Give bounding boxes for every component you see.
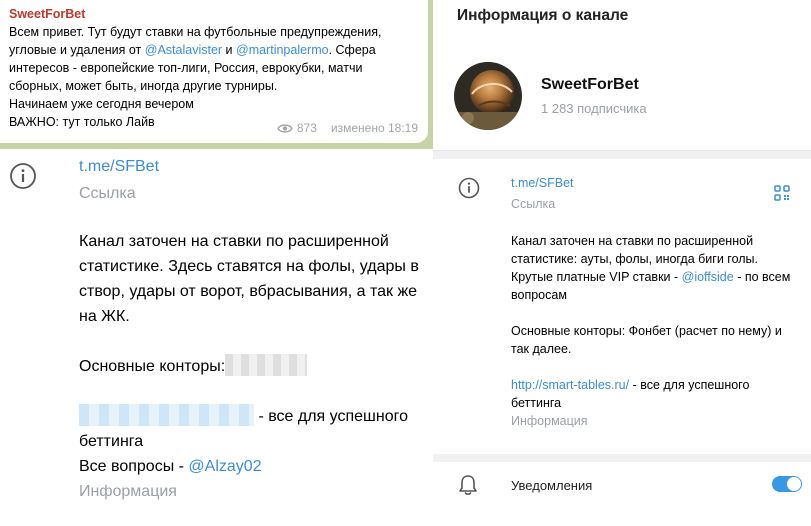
info-caption: Информация	[511, 414, 588, 428]
link-caption: Ссылка	[511, 197, 556, 211]
message-meta: 873 изменено 18:19	[277, 119, 418, 137]
info-icon	[458, 177, 480, 199]
redacted-offices	[225, 354, 308, 376]
channel-link[interactable]: t.me/SFBet	[79, 158, 159, 176]
notifications-label: Уведомления	[511, 478, 593, 493]
link-caption: Ссылка	[79, 185, 136, 202]
info-icon	[10, 163, 36, 189]
offices-text: Основные конторы: Фонбет (расчет по нему…	[511, 324, 782, 356]
qr-code-icon[interactable]	[774, 185, 790, 201]
message-text: Всем привет. Тут будут ставки на футболь…	[9, 23, 418, 95]
left-pane: SweetForBet Всем привет. Тут будут ставк…	[0, 0, 433, 526]
bell-icon	[459, 475, 477, 495]
eye-icon	[277, 123, 293, 133]
panel-header: Информация о канале SweetForBet 1 283 по…	[433, 0, 811, 151]
section-divider	[433, 454, 811, 462]
description-text: Канал заточен на ставки по расширенной с…	[79, 233, 419, 325]
offices-label: Основные конторы:	[79, 358, 226, 375]
avatar-image	[454, 62, 522, 130]
redacted-link	[79, 404, 254, 426]
channel-link[interactable]: t.me/SFBet	[511, 176, 574, 190]
subscriber-count: 1 283 подписчика	[541, 101, 647, 116]
site-link[interactable]: http://smart-tables.ru/	[511, 378, 629, 392]
channel-description: Канал заточен на ставки по расширенной с…	[79, 229, 424, 504]
panel-title: Информация о канале	[457, 7, 629, 24]
views-count: 873	[296, 121, 317, 135]
questions-label: Все вопросы -	[79, 458, 189, 475]
mention-astalavister[interactable]: @Astalavister	[145, 43, 222, 57]
channel-info-panel: Информация о канале SweetForBet 1 283 по…	[433, 0, 811, 526]
info-caption: Информация	[79, 483, 177, 500]
channel-description: Канал заточен на ставки по расширенной с…	[511, 232, 803, 430]
notifications-toggle[interactable]	[772, 476, 802, 492]
message-sender[interactable]: SweetForBet	[9, 6, 418, 23]
section-divider	[433, 151, 811, 159]
channel-name: SweetForBet	[541, 76, 639, 93]
description-text: Канал заточен на ставки по расширенной с…	[511, 232, 803, 304]
toggle-knob	[787, 477, 801, 491]
mention-ioffside[interactable]: @ioffside	[682, 270, 734, 284]
message-line: Начинаем уже сегодня вечером	[9, 97, 194, 111]
edited-time: изменено 18:19	[330, 121, 418, 135]
message-bubble[interactable]: SweetForBet Всем привет. Тут будут ставк…	[0, 0, 428, 143]
mention-martinpalermo[interactable]: @martinpalermo	[236, 43, 329, 57]
mention-alzay02[interactable]: @Alzay02	[188, 458, 261, 475]
message-text-part: и	[222, 43, 236, 57]
channel-avatar[interactable]	[454, 62, 522, 130]
